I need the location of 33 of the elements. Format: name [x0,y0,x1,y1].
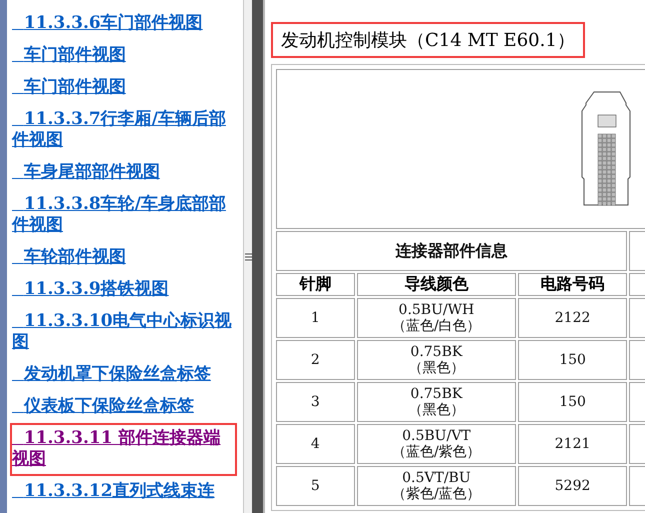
nav-link[interactable]: 11.3.3.10电气中心标识视图 [10,306,237,359]
table-cell: 0.5VT/BU （紫色/蓝色） [356,466,516,506]
table-cell: 5292 [518,466,628,506]
nav-link[interactable]: 11.3.3.8车轮/车身底部部件视图 [10,189,237,242]
table-cell: 2122 [518,298,628,338]
table-cell: 2 [276,340,355,380]
nav-link[interactable]: 车身尾部部件视图 [10,157,237,189]
table-cell: 1 [276,298,355,338]
table-cell: 0.5BU/WH （蓝色/白色） [356,298,516,338]
table-cell: 5 [276,466,355,506]
nav-link[interactable]: 11.3.3.9搭铁视图 [10,274,237,306]
table-cell: 150 [518,340,628,380]
page-title: 发动机控制模块（C14 MT E60.1） [271,22,585,58]
nav-link[interactable]: 仪表板下保险丝盒标签 [10,391,237,423]
section-label: 连接器部件信息 [276,231,628,271]
nav-link[interactable]: 11.3.3.11 部件连接器端视图 [10,423,237,476]
table-cell: 2121 [518,424,628,464]
column-header: 导线颜色 [356,273,516,296]
nav-link[interactable]: 11.3.3.12直列式线束连 [10,476,237,508]
nav-link[interactable]: 11.3.3.7行李厢/车辆后部件视图 [10,104,237,157]
table-cell: 0.75BK （黑色） [356,382,516,422]
table-cell: 150 [518,382,628,422]
table-cell: 3 [276,382,355,422]
nav-link[interactable]: 车门部件视图 [10,40,237,72]
column-header: 电路号码 [518,273,628,296]
column-header: 针脚 [276,273,355,296]
nav-link[interactable]: 发动机罩下保险丝盒标签 [10,359,237,391]
table-cell: 0.5BU/VT （蓝色/紫色） [356,424,516,464]
nav-link[interactable]: 车轮部件视图 [10,242,237,274]
nav-link[interactable]: 11.3.3.6车门部件视图 [10,8,237,40]
nav-link[interactable]: 车门部件视图 [10,72,237,104]
table-cell: 0.75BK （黑色） [356,340,516,380]
table-cell: 4 [276,424,355,464]
